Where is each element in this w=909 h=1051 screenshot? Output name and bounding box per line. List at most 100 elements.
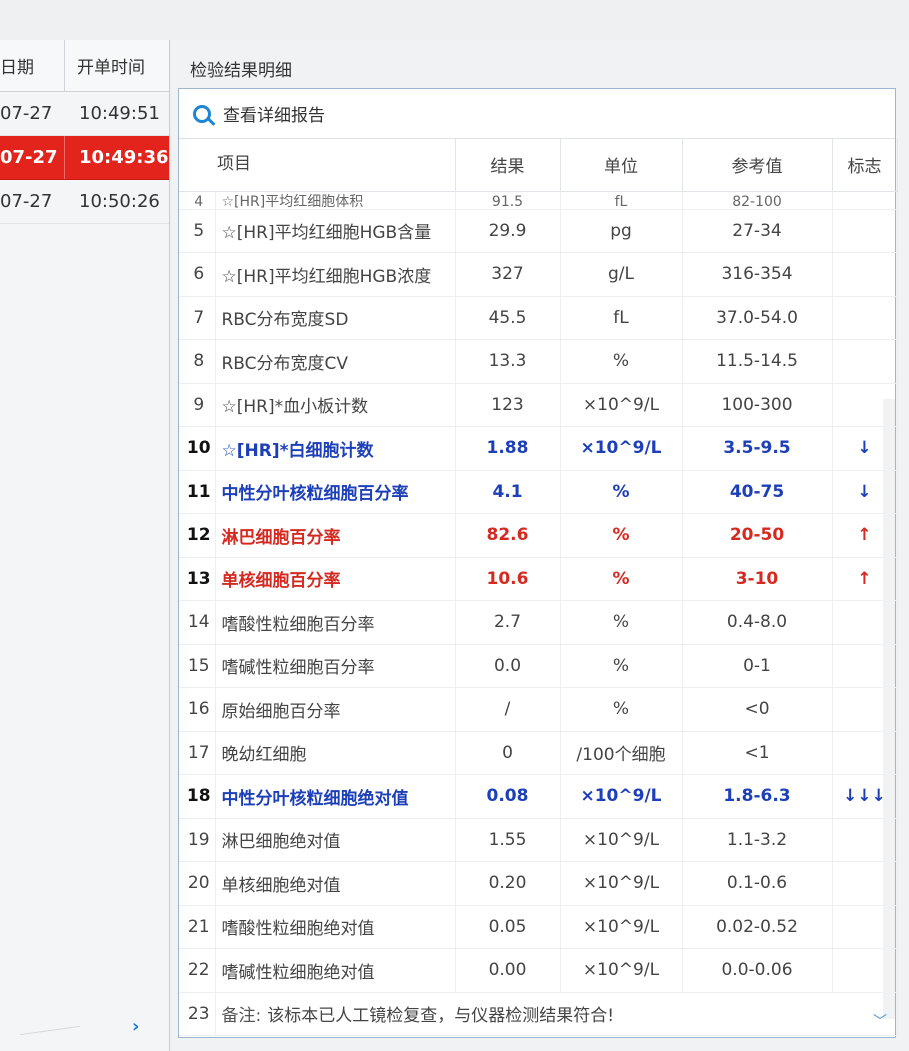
test-item: 嗜酸性粒细胞百分率 [215,600,456,645]
test-result: 2.7 [455,600,561,645]
table-row[interactable]: 21 嗜酸性粒细胞绝对值 0.05 ×10^9/L 0.02-0.52 [179,905,898,949]
panel-title: 检验结果明细 [190,61,292,81]
table-row[interactable]: 22 嗜碱性粒细胞绝对值 0.00 ×10^9/L 0.0-0.06 [179,948,898,993]
table-row[interactable]: 5 ☆[HR]平均红细胞HGB含量 29.9 pg 27-34 [179,209,898,253]
chevron-right-icon[interactable]: › [132,1016,139,1037]
result-detail-box: 查看详细报告 项目 结果 单位 参考值 标志 4 ☆[HR]平均红细胞体积 91… [178,88,898,1038]
table-row[interactable]: 14 嗜酸性粒细胞百分率 2.7% 0.4-8.0 [179,600,898,645]
order-row[interactable]: 07-27 10:49:51 [0,92,169,136]
screen-glare [20,1025,80,1036]
test-item: 淋巴细胞百分率 [215,513,456,558]
chevron-down-icon[interactable]: ﹀ [873,1011,887,1031]
table-row[interactable]: 7 RBC分布宽度SD 45.5 fL 37.0-54.0 [179,296,898,340]
order-time: 10:49:51 [79,103,160,124]
test-result: 0.08 [455,774,561,819]
search-icon[interactable] [193,104,211,123]
view-detailed-report-link[interactable]: 查看详细报告 [223,101,325,126]
results-table: 项目 结果 单位 参考值 标志 4 ☆[HR]平均红细胞体积 91.5 fL 8… [179,139,898,1036]
test-reference: 100-300 [682,383,833,427]
test-result: 1.55 [455,818,561,862]
row-number: 5 [179,209,216,253]
column-header-flag[interactable]: 标志 [832,139,898,192]
table-row-remark[interactable]: 23 备注: 该标本已人工镜检复查，与仪器检测结果符合! [179,992,898,1036]
order-list-header: 日期 开单时间 [0,40,169,92]
test-item: 淋巴细胞绝对值 [215,818,456,862]
row-number: 22 [179,948,216,993]
row-number: 10 [179,426,216,471]
table-row[interactable]: 18 中性分叶核粒细胞绝对值 0.08 ×10^9/L 1.8-6.3 ↓↓↓ [179,774,898,819]
table-row[interactable]: 6 ☆[HR]平均红细胞HGB浓度 327 g/L 316-354 [179,252,898,297]
test-result: 0 [455,731,561,775]
test-reference: 1.1-3.2 [682,818,833,862]
test-reference: 3-10 [682,557,833,601]
row-number: 19 [179,818,216,862]
test-item: 原始细胞百分率 [215,687,456,732]
column-header-reference[interactable]: 参考值 [682,139,833,192]
test-reference: <1 [682,731,833,775]
row-number: 12 [179,513,216,558]
table-row[interactable]: 20 单核细胞绝对值 0.20 ×10^9/L 0.1-0.6 [179,861,898,906]
test-result: 10.6 [455,557,561,601]
table-row[interactable]: 16 原始细胞百分率 /% <0 [179,687,898,732]
order-row-selected[interactable]: 07-27 10:49:36 [0,136,169,180]
row-number: 21 [179,905,216,949]
test-result: 0.20 [455,861,561,906]
order-date: 07-27 [0,191,53,212]
remark-label: 备注: [221,1006,262,1027]
test-unit: % [560,470,683,514]
table-row-partial[interactable]: 4 ☆[HR]平均红细胞体积 91.5 fL 82-100 [179,191,898,210]
table-row[interactable]: 19 淋巴细胞绝对值 1.55 ×10^9/L 1.1-3.2 [179,818,898,862]
column-header-unit[interactable]: 单位 [560,139,683,192]
test-result: / [455,687,561,732]
test-reference: 0.1-0.6 [682,861,833,906]
test-item: 中性分叶核粒细胞百分率 [215,470,456,514]
test-unit: ×10^9/L [560,383,683,427]
order-time: 10:50:26 [79,191,160,212]
test-item: 单核细胞绝对值 [215,861,456,906]
test-reference: 27-34 [682,209,833,253]
row-number: 8 [179,339,216,384]
test-unit: % [560,513,683,558]
table-row[interactable]: 12 淋巴细胞百分率 82.6% 20-50 ↑ [179,513,898,558]
test-item: ☆[HR]平均红细胞HGB浓度 [215,252,456,297]
toolbar: 查看详细报告 [179,89,895,139]
vertical-scrollbar[interactable] [883,399,895,1019]
test-item: ☆[HR]*白细胞计数 [215,426,456,471]
test-reference: 40-75 [682,470,833,514]
test-unit: % [560,557,683,601]
table-row[interactable]: 11 中性分叶核粒细胞百分率 4.1% 40-75 ↓ [179,470,898,514]
table-row[interactable]: 10 ☆[HR]*白细胞计数 1.88 ×10^9/L 3.5-9.5 ↓ [179,426,898,471]
column-header-item[interactable]: 项目 [179,139,456,192]
test-unit: % [560,339,683,384]
column-header-order-time[interactable]: 开单时间 [65,53,169,78]
test-item: 中性分叶核粒细胞绝对值 [215,774,456,819]
row-number: 6 [179,252,216,297]
row-number: 9 [179,383,216,427]
row-number: 13 [179,557,216,601]
test-result: 45.5 [455,296,561,340]
column-header-date[interactable]: 日期 [0,40,65,91]
order-row[interactable]: 07-27 10:50:26 [0,180,169,224]
test-unit: ×10^9/L [560,948,683,993]
table-row[interactable]: 15 嗜碱性粒细胞百分率 0.0% 0-1 [179,644,898,688]
test-item: 嗜碱性粒细胞绝对值 [215,948,456,993]
table-row[interactable]: 9 ☆[HR]*血小板计数 123 ×10^9/L 100-300 [179,383,898,427]
column-header-result[interactable]: 结果 [455,139,561,192]
test-reference: 82-100 [682,191,833,210]
test-unit: pg [560,209,683,253]
table-row[interactable]: 17 晚幼红细胞 0/100个细胞 <1 [179,731,898,775]
test-result: 0.05 [455,905,561,949]
test-reference: 0-1 [682,644,833,688]
remark-cell: 备注: 该标本已人工镜检复查，与仪器检测结果符合! [215,992,898,1036]
table-row[interactable]: 8 RBC分布宽度CV 13.3% 11.5-14.5 [179,339,898,384]
row-number: 15 [179,644,216,688]
test-unit: /100个细胞 [560,731,683,775]
test-reference: 1.8-6.3 [682,774,833,819]
table-row[interactable]: 13 单核细胞百分率 10.6% 3-10 ↑ [179,557,898,601]
test-reference: 3.5-9.5 [682,426,833,471]
test-unit: fL [560,191,683,210]
test-reference: 0.0-0.06 [682,948,833,993]
test-unit: % [560,600,683,645]
order-list-panel: 日期 开单时间 07-27 10:49:51 07-27 10:49:36 07… [0,40,170,1051]
row-number: 14 [179,600,216,645]
